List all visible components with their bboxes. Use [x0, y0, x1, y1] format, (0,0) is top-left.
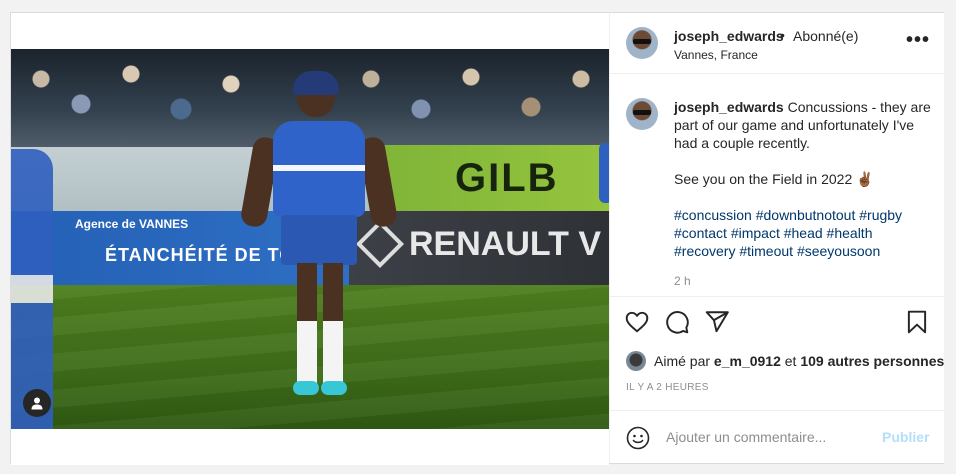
caption-avatar[interactable] — [626, 98, 658, 130]
user-tag-icon[interactable] — [23, 389, 51, 417]
caption-text: joseph_edwards Concussions - they are pa… — [674, 98, 936, 260]
post-photo[interactable]: GILB Agence de VANNES ÉTANCHÉITÉ DE TOI … — [11, 13, 609, 465]
side-player-left — [11, 149, 53, 429]
caption-section: joseph_edwards Concussions - they are pa… — [610, 74, 944, 297]
more-options-icon[interactable]: ••• — [906, 30, 930, 50]
author-username[interactable]: joseph_edwards — [674, 28, 784, 44]
caption-line2: See you on the Field in 2022 ✌🏾 — [674, 171, 874, 187]
comment-input[interactable] — [666, 425, 866, 449]
caption-time: 2 h — [674, 274, 691, 288]
follow-status[interactable]: Abonné(e) — [793, 28, 858, 44]
likes-summary: Aimé par e_m_0912 et 109 autres personne… — [626, 351, 944, 373]
ad-board-green: GILB — [371, 145, 609, 211]
liker-username[interactable]: e_m_0912 — [714, 353, 781, 369]
likes-middle: et — [780, 353, 801, 369]
comment-icon[interactable] — [664, 309, 690, 335]
side-player-right — [599, 143, 609, 203]
ad-dark-text: RENAULT V — [409, 225, 602, 263]
caption-username[interactable]: joseph_edwards — [674, 99, 784, 115]
ad-blue-line1: Agence de VANNES — [75, 217, 189, 231]
post-location[interactable]: Vannes, France — [674, 48, 758, 62]
posted-timestamp[interactable]: IL Y A 2 HEURES — [626, 382, 709, 393]
post-sidebar: joseph_edwards • Abonné(e) Vannes, Franc… — [609, 13, 944, 463]
liker-avatar[interactable] — [626, 351, 646, 371]
rugby-photo: GILB Agence de VANNES ÉTANCHÉITÉ DE TOI … — [11, 49, 609, 429]
bookmark-icon[interactable] — [904, 309, 930, 335]
likes-prefix: Aimé par — [654, 353, 714, 369]
likes-others-link[interactable]: 109 autres personnes — [800, 353, 944, 369]
caption-hashtags[interactable]: #concussion #downbutnotout #rugby #conta… — [674, 206, 936, 260]
avatar[interactable] — [626, 27, 658, 59]
separator-dot: • — [780, 27, 785, 43]
share-icon[interactable] — [704, 309, 730, 335]
publish-button[interactable]: Publier — [882, 429, 929, 445]
instagram-post-card: GILB Agence de VANNES ÉTANCHÉITÉ DE TOI … — [10, 12, 944, 465]
emoji-icon[interactable] — [626, 426, 650, 450]
rugby-player — [239, 71, 403, 429]
comment-bar: Publier — [610, 410, 944, 464]
action-bar — [610, 297, 944, 347]
post-header: joseph_edwards • Abonné(e) Vannes, Franc… — [610, 13, 944, 74]
heart-icon[interactable] — [624, 309, 650, 335]
